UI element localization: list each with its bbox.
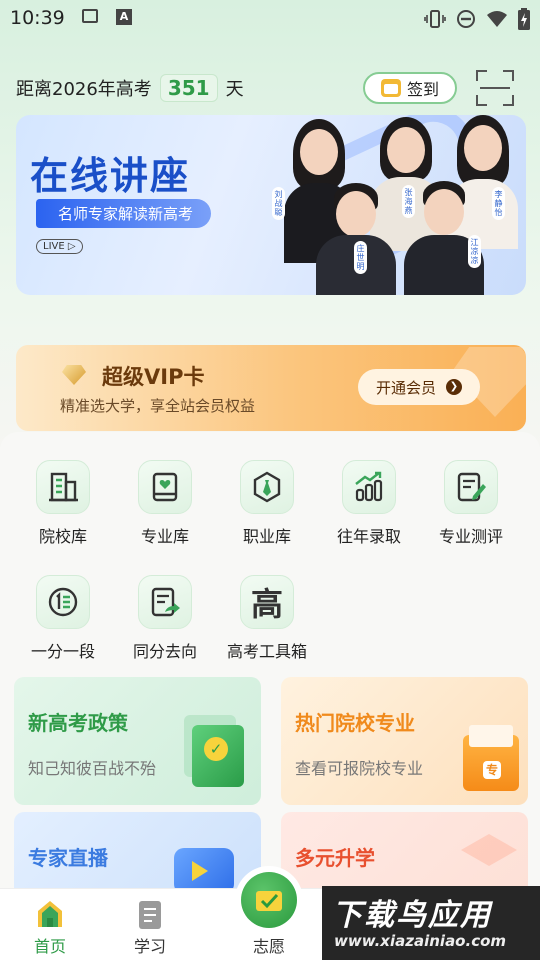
open-membership-label: 开通会员 [375,378,436,397]
grid-label: 专业测评 [438,527,503,546]
calendar-icon [380,79,401,97]
bar-chart-icon [342,460,396,514]
book-heart-icon [138,460,192,514]
volunteer-icon[interactable] [241,872,297,928]
card-subtitle: 查看可报院校专业 [295,759,424,778]
lecturer-name-tag: 李静怡 [492,187,505,220]
status-time: 10:39 [10,7,65,29]
scan-icon[interactable] [476,70,514,106]
grid-label: 往年录取 [336,527,401,546]
grid-item-careers[interactable]: 职业库 [217,460,317,547]
grid-label: 一分一段 [30,642,95,661]
home-icon [38,901,62,927]
watermark-title: 下载鸟应用 [332,898,492,933]
grid-item-score-ranking[interactable]: 一分一段 [13,575,113,662]
grid-item-majors[interactable]: 专业库 [115,460,215,547]
nav-volunteer-label: 志愿 [252,937,285,956]
image-icon [82,9,98,23]
policy-book-icon: ✓ [192,725,244,787]
dnd-icon [457,10,475,28]
grid-label: 同分去向 [132,642,197,661]
grid-item-gaokao-toolbox[interactable]: 高 高考工具箱 [217,575,317,662]
card-title: 新高考政策 [28,711,128,735]
folder-icon: 专 [463,725,519,791]
banner-subtitle: 名师专家解读新高考 [36,199,212,228]
banner-title: 在线讲座 [30,154,191,198]
lecturer-name-tag: 庄世明 [354,241,367,274]
vip-title: 超级VIP卡 [102,365,205,389]
wifi-icon [487,11,507,27]
nav-study[interactable]: 学习 [100,889,200,960]
building-icon [36,460,90,514]
card-title: 专家直播 [28,846,108,870]
card-subtitle: 知己知彼百战不殆 [28,759,157,778]
nav-home-label: 首页 [33,937,66,956]
chevron-right-icon: ❯ [446,379,462,395]
diamond-icon [62,365,86,385]
ranking-icon [36,575,90,629]
card-title: 热门院校专业 [295,711,415,735]
battery-icon [518,8,530,30]
vibrate-icon [424,10,446,28]
lecture-banner[interactable]: 在线讲座 名师专家解读新高考 LIVE ▷ 刘战聪 张海燕 李静怡 庄世明 江凉… [16,115,526,295]
countdown-prefix: 距离2026年高考 [16,79,152,100]
lecturer-name-tag: 江凉凉 [468,235,481,268]
grid-item-major-assessment[interactable]: 专业测评 [421,460,521,547]
features-panel: 院校库 专业库 职业库 往年录取 专业测评 一分一段 同分去向 高 高考工具箱 … [0,432,540,902]
graduation-cap-icon [461,834,517,866]
toolbox-glyph: 高 [250,585,283,623]
document-icon [139,901,161,929]
vip-card[interactable]: 超级VIP卡 精准选大学，享全站会员权益 开通会员 ❯ [16,345,526,431]
countdown-days: 351 [159,74,218,102]
grid-item-past-admissions[interactable]: 往年录取 [319,460,419,547]
tie-icon [240,460,294,514]
lecturer-name-tag: 刘战聪 [272,187,285,220]
open-membership-button[interactable]: 开通会员 ❯ [358,369,480,405]
card-popular-colleges[interactable]: 热门院校专业 查看可报院校专业 专 [281,677,528,805]
a-text-icon: A [116,9,132,25]
grid-label: 院校库 [38,527,87,546]
grid-item-colleges[interactable]: 院校库 [13,460,113,547]
vip-subtitle: 精准选大学，享全站会员权益 [60,397,256,415]
watermark-url: www.xiazainiao.com [334,932,507,950]
countdown-suffix: 天 [225,79,244,100]
toolbox-icon: 高 [240,575,294,629]
card-new-gaokao-policy[interactable]: 新高考政策 知己知彼百战不殆 ✓ [14,677,261,805]
grid-label: 专业库 [140,527,189,546]
document-arrow-icon [138,575,192,629]
grid-label: 职业库 [242,527,291,546]
watermark: 下载鸟应用 www.xiazainiao.com [322,886,540,960]
gaokao-countdown: 距离2026年高考 351 天 [16,72,244,104]
checkin-label: 签到 [406,80,439,99]
status-bar: 10:39 A [0,0,540,38]
nav-study-label: 学习 [133,937,166,956]
nav-home[interactable]: 首页 [0,889,100,960]
card-title: 多元升学 [295,846,375,870]
status-icons [424,8,530,30]
grid-label: 高考工具箱 [226,642,307,661]
checkin-button[interactable]: 签到 [363,72,457,104]
lecturer-name-tag: 张海燕 [402,185,415,218]
live-badge: LIVE ▷ [36,239,83,254]
edit-note-icon [444,460,498,514]
grid-item-same-score-destination[interactable]: 同分去向 [115,575,215,662]
lecturer-photo [316,183,396,295]
